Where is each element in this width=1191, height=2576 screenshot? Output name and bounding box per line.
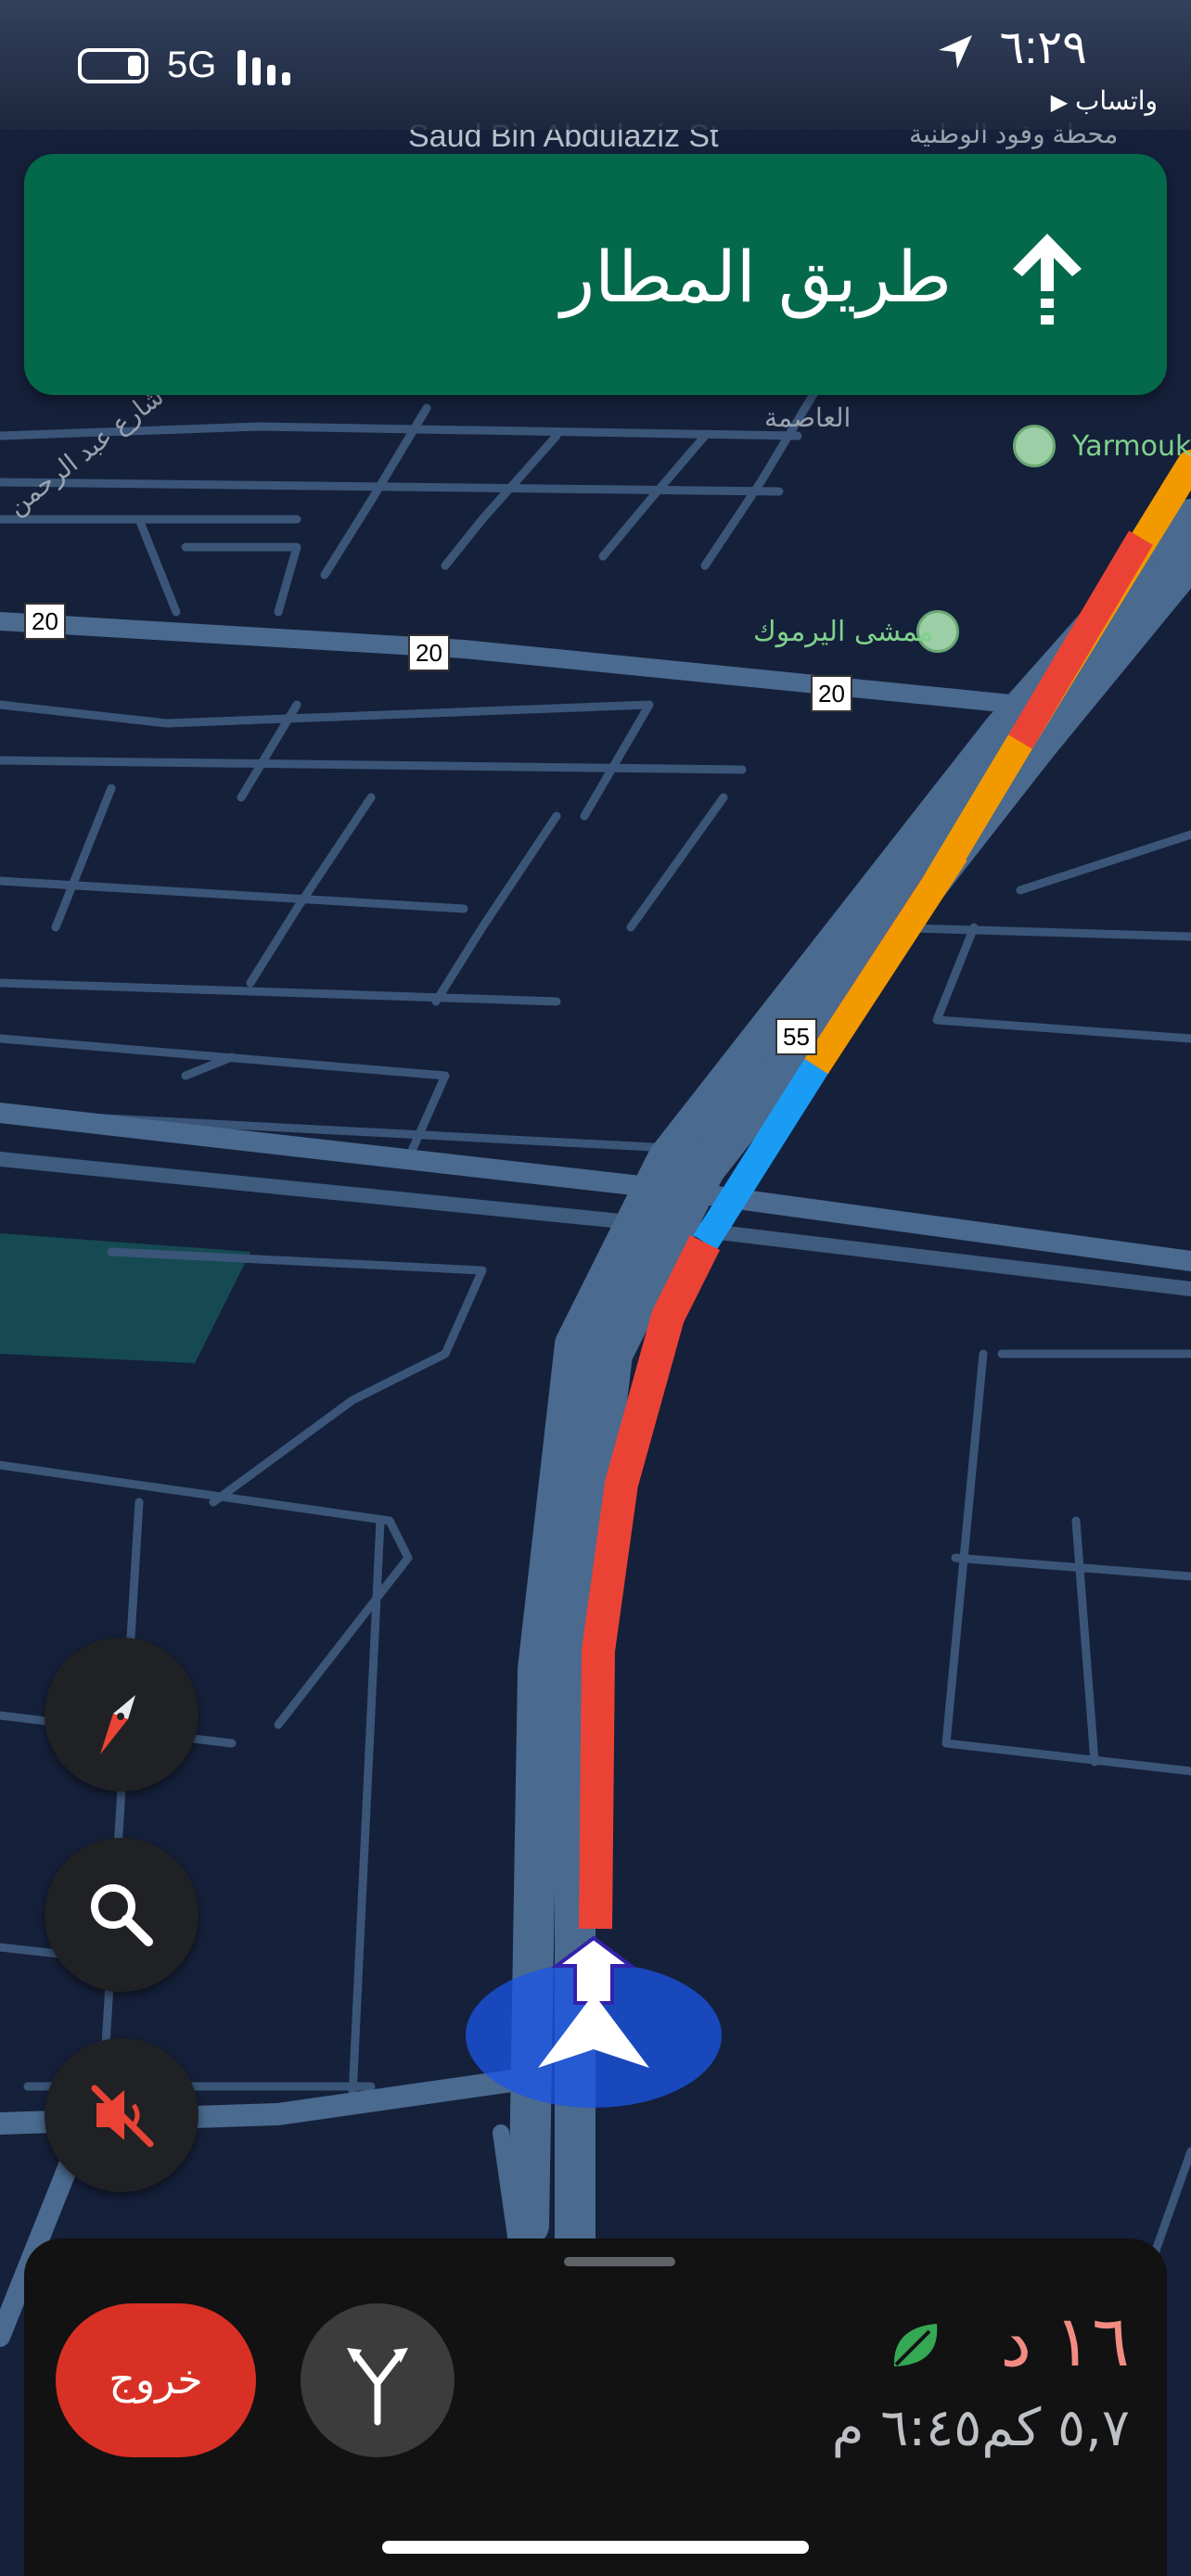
- next-turn-banner[interactable]: طريق المطار: [24, 154, 1167, 395]
- next-street-name: طريق المطار: [560, 236, 952, 318]
- straight-arrow-icon: [1013, 234, 1082, 325]
- status-time: ٦:٢٩: [999, 21, 1087, 73]
- back-app-label: واتساب: [1075, 86, 1158, 115]
- poi-label-yarmouk[interactable]: Yarmouk: [1072, 430, 1191, 463]
- eta-duration: ١٦ د: [1000, 2300, 1130, 2382]
- leaf-icon: [893, 2324, 938, 2366]
- sheet-drag-handle[interactable]: [564, 2257, 675, 2266]
- back-to-app-link[interactable]: واتساب ▶: [1040, 85, 1158, 116]
- poi-label-walkway[interactable]: ممشى اليرموك: [753, 616, 933, 648]
- compass-icon: [100, 1695, 135, 1754]
- alternate-routes-icon: [347, 2348, 408, 2426]
- network-type: 5G: [167, 45, 217, 85]
- signal-bars-icon: [237, 48, 293, 85]
- park-icon[interactable]: [1013, 425, 1056, 467]
- district-label: العاصمة: [764, 403, 852, 432]
- route-shield: 20: [811, 675, 852, 712]
- search-button[interactable]: [45, 1838, 198, 1992]
- location-arrow-icon: [939, 35, 972, 69]
- route-shield: 55: [775, 1018, 817, 1055]
- trip-summary-sheet[interactable]: خروج ١٦ د ٥,٧ كم٦:٤٥ م: [24, 2238, 1167, 2576]
- status-bar: 5G ٦:٢٩ واتساب ▶: [0, 0, 1191, 130]
- home-indicator[interactable]: [382, 2541, 809, 2554]
- route-shield: 20: [408, 634, 450, 671]
- route-shield: 20: [24, 603, 66, 640]
- search-icon: [91, 1884, 153, 1946]
- volume-muted-icon: [91, 2085, 154, 2148]
- alternate-routes-button[interactable]: [301, 2303, 455, 2457]
- compass-button[interactable]: [45, 1638, 198, 1792]
- trip-distance-arrival: ٥,٧ كم٦:٤٥ م: [831, 2398, 1130, 2458]
- exit-navigation-button[interactable]: خروج: [56, 2303, 256, 2457]
- mute-button[interactable]: [45, 2038, 198, 2192]
- battery-icon: [78, 48, 148, 83]
- back-app-glyph: ▶: [1050, 90, 1069, 115]
